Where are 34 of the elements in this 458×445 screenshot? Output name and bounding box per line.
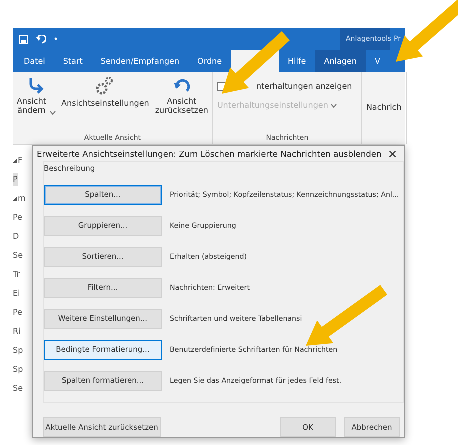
close-button[interactable]: × bbox=[382, 146, 404, 160]
folder-item[interactable]: Ei bbox=[13, 287, 20, 300]
folder-item[interactable]: Se bbox=[13, 382, 23, 395]
folder-item[interactable]: Pe bbox=[13, 211, 22, 224]
ribbon-tab[interactable]: Start bbox=[54, 50, 92, 72]
folder-item[interactable]: Sp bbox=[13, 363, 24, 376]
folder-item[interactable]: m bbox=[18, 192, 26, 205]
curved-arrow-icon bbox=[27, 76, 46, 94]
ribbon-tab[interactable]: Senden/Empfangen bbox=[92, 50, 189, 72]
save-icon[interactable] bbox=[19, 34, 28, 44]
folder-item[interactable]: D bbox=[13, 230, 20, 243]
folder-item[interactable]: P bbox=[13, 173, 18, 186]
ribbon-tab[interactable]: Hilfe bbox=[279, 50, 316, 72]
folder-item[interactable]: Ri bbox=[13, 325, 21, 338]
folder-item[interactable]: Tr bbox=[13, 268, 20, 281]
ribbon-tab[interactable]: Anlagen bbox=[315, 50, 366, 72]
ribbon-button[interactable]: Ansichtseinstellungen bbox=[62, 76, 150, 134]
folder-item[interactable]: F bbox=[18, 154, 23, 167]
ribbon-button[interactable]: Ansicht ändern bbox=[17, 76, 56, 134]
undo-icon[interactable] bbox=[36, 34, 46, 44]
expander-icon[interactable] bbox=[13, 196, 17, 200]
folder-item[interactable]: Pe bbox=[13, 306, 22, 319]
folder-item[interactable]: Se bbox=[13, 249, 23, 262]
dialog-title: Erweiterte Ansichtseinstellungen: Zum Löschen markierte Nachrichten ausblenden bbox=[37, 148, 382, 158]
ribbon-tab[interactable]: Ordne bbox=[188, 50, 232, 72]
ribbon-button[interactable]: Nachrich bbox=[366, 76, 402, 142]
expander-icon[interactable] bbox=[13, 158, 17, 162]
callout-arrow bbox=[396, 0, 458, 62]
ribbon-tab[interactable]: V bbox=[366, 50, 390, 72]
folder-item[interactable]: Sp bbox=[13, 344, 24, 357]
dropdown-icon[interactable] bbox=[54, 37, 58, 41]
gears-icon bbox=[95, 76, 116, 96]
ribbon-button[interactable]: Ansicht zurücksetzen bbox=[155, 76, 208, 134]
ribbon-tab[interactable]: Datei bbox=[15, 50, 54, 72]
